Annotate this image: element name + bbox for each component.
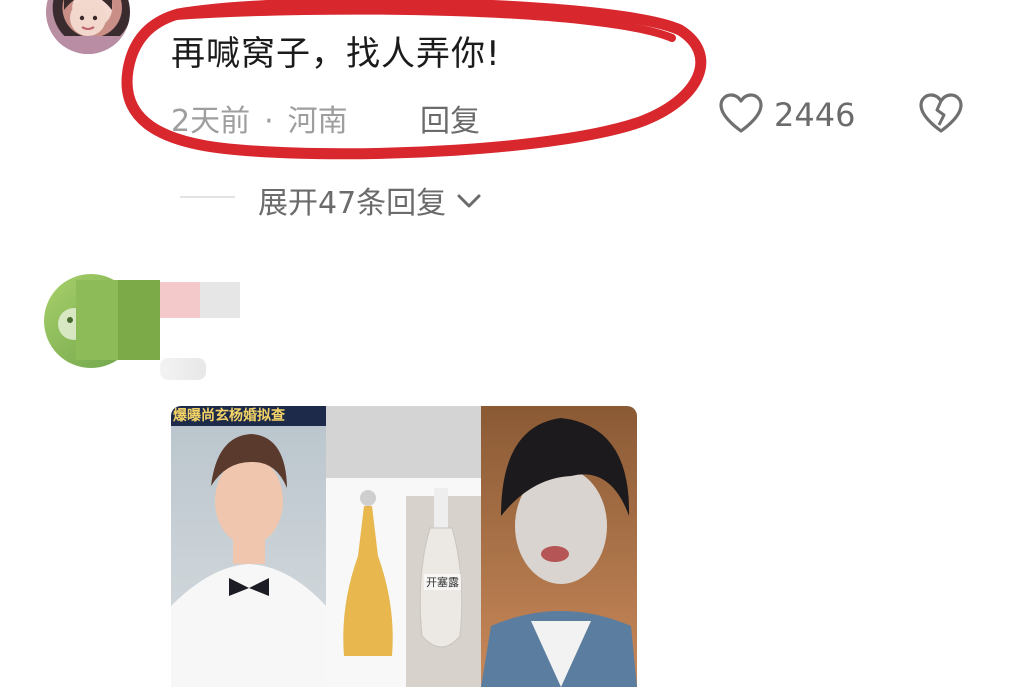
dislike-button[interactable] xyxy=(918,92,964,138)
avatar[interactable] xyxy=(46,0,130,54)
heart-outline-icon xyxy=(718,92,764,138)
image-panel-bottles: 开塞露 xyxy=(326,406,481,687)
comment-thread: 再喊窝子，找人弄你! 2天前 · 河南 回复 2446 展开47条回复 爆曝尚玄… xyxy=(0,0,1018,687)
meta-separator: · xyxy=(264,104,274,139)
like-count: 2446 xyxy=(774,96,856,134)
blurred-username-mosaic xyxy=(160,282,240,318)
expand-divider xyxy=(180,196,235,198)
comment-location: 河南 xyxy=(287,104,348,139)
comment-text: 再喊窝子，找人弄你! xyxy=(171,34,501,74)
image-panel-selfie xyxy=(481,406,637,687)
expand-replies-label: 展开47条回复 xyxy=(258,186,447,221)
comment-time: 2天前 xyxy=(171,104,251,139)
comment-image[interactable]: 爆曝尚玄杨婚拟查 开塞露 xyxy=(171,406,637,687)
broken-heart-icon xyxy=(918,93,964,138)
image-panel-portrait: 爆曝尚玄杨婚拟查 xyxy=(171,406,326,687)
blurred-username-mosaic xyxy=(76,280,160,360)
chevron-down-icon xyxy=(456,183,482,218)
comment-meta: 2天前 · 河南 xyxy=(171,96,348,140)
reply-button[interactable]: 回复 xyxy=(420,96,480,140)
like-button[interactable]: 2446 xyxy=(718,92,855,138)
blurred-text xyxy=(160,358,206,380)
bottle-label: 开塞露 xyxy=(424,574,461,590)
expand-replies-button[interactable]: 展开47条回复 xyxy=(258,178,482,222)
